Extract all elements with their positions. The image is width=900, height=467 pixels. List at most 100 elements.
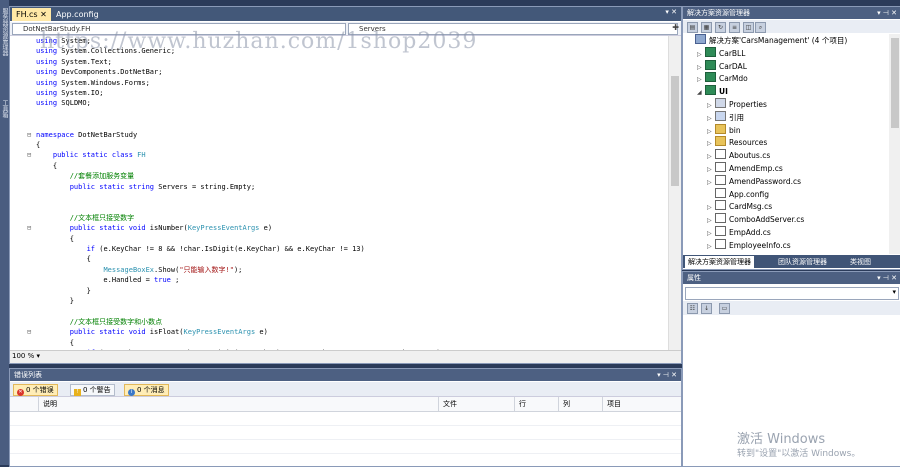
proj-icon (705, 59, 716, 70)
code-line[interactable]: { (36, 338, 74, 348)
refresh-icon[interactable]: ↻ (715, 22, 726, 33)
tree-item[interactable]: App.config (707, 187, 769, 200)
code-line[interactable]: //文本框只接受数字和小数点 (36, 317, 162, 327)
tree-item[interactable]: ◢ UI (697, 85, 728, 97)
code-line[interactable]: //文本框只接受数字 (36, 213, 134, 223)
code-line[interactable]: public static void isFloat(KeyPressEvent… (36, 327, 268, 337)
toolbox-tab[interactable]: 工具箱 (1, 100, 8, 118)
col-file[interactable]: 文件 (438, 397, 513, 411)
code-token: if (86, 245, 100, 253)
view-designer-icon[interactable]: ◫ (743, 22, 754, 33)
show-all-files-icon[interactable]: ▦ (701, 22, 712, 33)
tab-solution-explorer[interactable]: 解决方案资源管理器 (685, 256, 754, 268)
tab-app-config[interactable]: App.config (52, 8, 103, 21)
panel-buttons[interactable]: ▾ ⊣ ✕ (657, 369, 677, 381)
messages-count: 0 个消息 (137, 386, 165, 394)
tree-item[interactable]: ▷ CarDAL (697, 59, 747, 72)
view-code-icon[interactable]: ≡ (729, 22, 740, 33)
tree-item[interactable]: ▷ Properties (707, 98, 767, 110)
col-line[interactable]: 行 (514, 397, 557, 411)
tree-item[interactable]: ▷ ComboAddServer.cs (707, 213, 804, 225)
properties-icon[interactable]: ▤ (687, 22, 698, 33)
collapse-icon[interactable]: ⊟ (27, 224, 35, 232)
tree-item[interactable]: 解决方案'CarsManagement' (4 个项目) (687, 34, 847, 46)
tree-item[interactable]: ▷ EmpAdd.cs (707, 226, 771, 238)
code-line[interactable]: using System.IO; (36, 88, 103, 98)
code-line[interactable]: } (36, 296, 74, 306)
categorized-icon[interactable]: ☷ (687, 303, 698, 314)
tree-item[interactable]: ▷ Resources (707, 136, 767, 148)
errors-filter-button[interactable]: ✕ 0 个错误 (13, 384, 58, 396)
scroll-thumb[interactable] (891, 38, 899, 128)
error-icon: ✕ (17, 389, 24, 396)
tab-menu-icon[interactable]: ▾ ✕ (665, 8, 677, 16)
split-icon[interactable]: ✚ (672, 23, 679, 32)
messages-filter-button[interactable]: i0 个消息 (124, 384, 169, 396)
scroll-thumb[interactable] (671, 76, 679, 186)
cs-icon (715, 238, 726, 249)
solution-toolbar: ▤ ▦ ↻ ≡ ◫ ⌕ (683, 20, 900, 33)
code-line[interactable]: using DevComponents.DotNetBar; (36, 67, 162, 77)
tab-fh-cs[interactable]: FH.cs ✕ (12, 8, 51, 21)
tree-item[interactable]: ▷ Aboutus.cs (707, 149, 770, 161)
col-column[interactable]: 列 (558, 397, 601, 411)
tree-item[interactable]: ▷ bin (707, 123, 741, 136)
collapse-icon[interactable]: ⊟ (27, 151, 35, 159)
code-line[interactable]: namespace DotNetBarStudy (36, 130, 137, 140)
tree-item[interactable]: ▷ CardMsg.cs (707, 200, 772, 212)
tree-item-label: AmendPassword.cs (729, 176, 802, 186)
tree-item[interactable]: ▷ AmendPassword.cs (707, 174, 802, 187)
tab-team-explorer[interactable]: 团队资源管理器 (775, 256, 830, 268)
warnings-filter-button[interactable]: ! 0 个警告 (70, 384, 115, 396)
solution-scrollbar[interactable] (889, 34, 900, 254)
vertical-scrollbar[interactable] (668, 36, 681, 350)
zoom-level[interactable]: 100 % ▾ (12, 352, 40, 360)
code-token: { (36, 338, 74, 347)
horizontal-scrollbar[interactable]: 100 % ▾ (10, 350, 681, 363)
code-line[interactable]: { (36, 161, 57, 171)
panel-buttons[interactable]: ▾ ⊣ ✕ (877, 7, 897, 19)
server-explorer-tab[interactable]: 服务器资源管理器 (1, 8, 8, 56)
code-line[interactable]: public static string Servers = string.Em… (36, 182, 255, 192)
expand-arrow-icon[interactable]: ◢ (697, 87, 705, 99)
code-line[interactable]: { (36, 234, 74, 244)
collapse-icon[interactable]: ⊟ (27, 328, 35, 336)
code-line[interactable]: if (e.KeyChar != 8 && !char.IsDigit(e.Ke… (36, 244, 365, 254)
code-area[interactable]: using System; using System.Collections.Ge… (10, 36, 668, 350)
code-line[interactable]: e.Handled = true ; (36, 275, 179, 285)
tab-class-view[interactable]: 类视图 (847, 256, 874, 268)
code-line[interactable]: public static class FH (36, 150, 146, 160)
code-token: DevComponents.DotNetBar; (61, 68, 163, 77)
tree-item[interactable]: ▷ CarBLL (697, 46, 745, 59)
tree-item-label: Resources (729, 138, 768, 148)
collapse-icon[interactable]: ⊟ (27, 131, 35, 139)
left-tool-strip: 服务器资源管理器 工具箱 (0, 0, 9, 465)
code-line[interactable]: MessageBoxEx.Show("只能输入数字!"); (36, 265, 242, 275)
proj-icon (705, 46, 716, 57)
code-line[interactable]: { (36, 254, 91, 264)
code-token: } (36, 297, 74, 305)
class-diagram-icon[interactable]: ⌕ (755, 22, 766, 33)
tree-item[interactable]: ▷ EmployeeInfo.cs (707, 238, 791, 253)
tree-item[interactable]: ▷ CarMdo (697, 72, 748, 84)
property-pages-icon[interactable]: ▭ (719, 303, 730, 314)
object-selector[interactable]: ▾ (685, 287, 899, 300)
tree-item[interactable]: ▷ 引用 (707, 110, 744, 123)
code-line[interactable]: using System.Windows.Forms; (36, 78, 150, 88)
close-icon[interactable]: ✕ (40, 10, 47, 19)
code-line[interactable]: { (36, 140, 40, 150)
code-line[interactable]: } (36, 286, 91, 296)
col-icon (10, 397, 38, 411)
tree-item-label: CardMsg.cs (729, 202, 773, 212)
col-description[interactable]: 说明 (38, 397, 439, 411)
alphabetical-icon[interactable]: ↓ (701, 303, 712, 314)
code-token: { (36, 161, 58, 170)
expand-arrow-icon[interactable]: ▷ (707, 241, 715, 253)
code-line[interactable]: public static void isNumber(KeyPressEven… (36, 223, 272, 233)
tree-item[interactable]: ▷ AmendEmp.cs (707, 162, 783, 174)
code-line[interactable]: //套餐添加服务变量 (36, 171, 134, 181)
col-project[interactable]: 项目 (602, 397, 681, 411)
panel-buttons[interactable]: ▾ ⊣ ✕ (877, 272, 897, 284)
code-line[interactable]: using SQLDMO; (36, 98, 91, 108)
code-line[interactable]: using System.Text; (36, 57, 112, 67)
